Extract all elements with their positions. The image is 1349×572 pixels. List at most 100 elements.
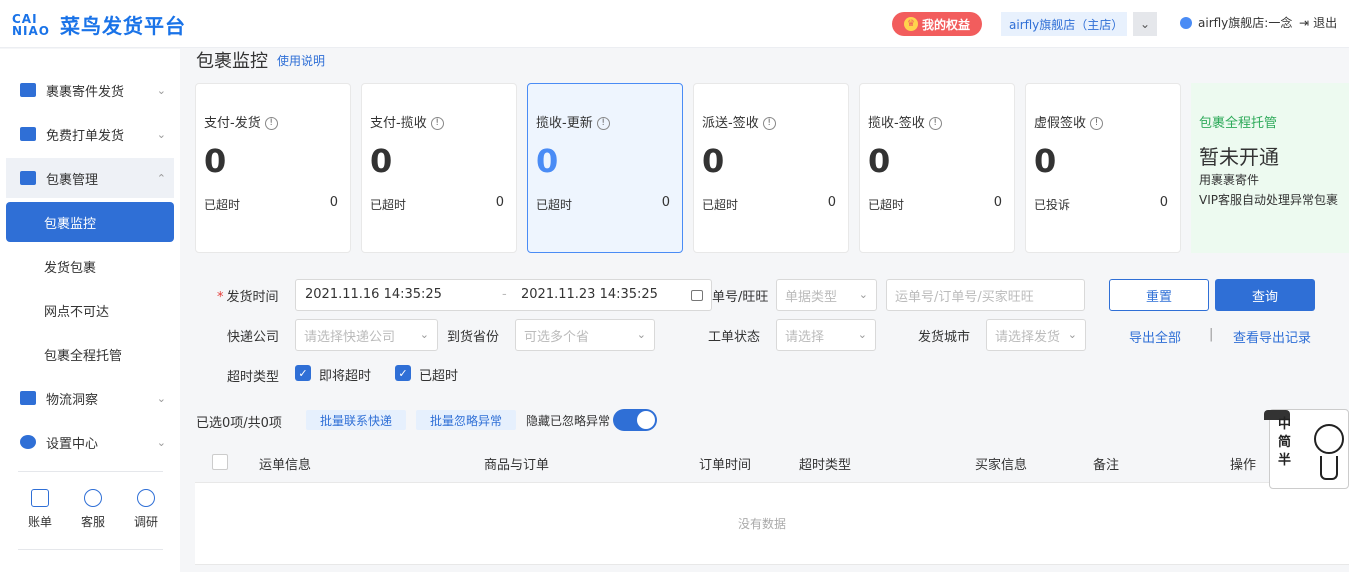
info-icon[interactable]: ! [596, 117, 610, 130]
sidebar-item-label: 裹裹寄件发货 [46, 84, 125, 100]
survey-button[interactable]: 调研 [124, 489, 168, 530]
card-sub-value: 0 [1159, 195, 1168, 210]
date-end[interactable]: 2021.11.23 14:35:25 [521, 287, 658, 302]
stat-card-pay-pickup[interactable]: 支付-揽收! 0 已超时 0 [361, 83, 517, 253]
user-menu[interactable]: airfly旗舰店:一念 [1180, 14, 1292, 31]
my-rights-label: 我的权益 [921, 17, 970, 32]
table-header: 运单信息 商品与订单 订单时间 超时类型 买家信息 备注 操作 [195, 441, 1349, 483]
reset-button[interactable]: 重置 [1109, 279, 1209, 311]
search-input[interactable]: 运单号/订单号/买家旺旺 [886, 279, 1085, 311]
hide-ignored-label: 隐藏已忽略异常 [526, 414, 611, 428]
logo[interactable]: CAI NIAO 菜鸟发货平台 [12, 10, 186, 39]
info-icon[interactable]: ! [264, 117, 278, 130]
hide-ignored-toggle[interactable] [613, 409, 657, 431]
timeout-type-label: 超时类型 [227, 370, 280, 385]
card-sub-value: 0 [827, 195, 836, 210]
sidebar-item-label: 设置中心 [46, 436, 99, 452]
stat-card-delivery-sign[interactable]: 派送-签收! 0 已超时 0 [693, 83, 849, 253]
batch-ignore-button[interactable]: 批量忽略异常 [416, 410, 516, 430]
near-timeout-label[interactable]: 即将超时 [319, 365, 371, 384]
stat-card-pay-ship[interactable]: 支付-发货! 0 已超时 0 [195, 83, 351, 253]
help-link[interactable]: 使用说明 [277, 52, 325, 69]
courier-label: 快递公司 [227, 330, 280, 345]
sidebar-item-settings[interactable]: 设置中心 ⌄ [6, 422, 174, 462]
tool-label: 客服 [80, 515, 105, 529]
stat-card-pickup-update[interactable]: 揽收-更新! 0 已超时 0 [527, 83, 683, 253]
package-icon [20, 171, 36, 185]
export-all-link[interactable]: 导出全部 [1129, 327, 1181, 346]
card-label: 派送-签收! [702, 112, 776, 131]
empty-state: 没有数据 [738, 517, 787, 531]
table-body: 没有数据 [195, 483, 1349, 565]
sidebar-item-label: 网点不可达 [44, 304, 110, 320]
bill-icon [31, 489, 49, 507]
logo-title: 菜鸟发货平台 [60, 14, 186, 38]
near-timeout-checkbox[interactable]: ✓ [295, 365, 311, 381]
select-all-checkbox[interactable] [212, 454, 228, 470]
sidebar-item-unreachable[interactable]: 网点不可达 [6, 290, 174, 330]
doc-type-select[interactable]: 单据类型 ⌄ [776, 279, 877, 311]
chevron-up-icon: ⌃ [156, 171, 166, 185]
user-icon [1180, 16, 1192, 29]
tool-label: 调研 [133, 515, 158, 529]
card-value: 0 [1034, 142, 1057, 180]
sidebar-item-package-monitor[interactable]: 包裹监控 [6, 202, 174, 242]
shop-select[interactable]: airfly旗舰店（主店） [1001, 12, 1127, 36]
bill-button[interactable]: 账单 [18, 489, 62, 530]
sidebar-item-label: 包裹全程托管 [44, 348, 123, 364]
selection-count: 已选0项/共0项 [196, 416, 282, 431]
chevron-down-icon: ⌄ [1067, 328, 1077, 341]
province-select[interactable]: 可选多个省 ⌄ [515, 319, 655, 351]
logout-label: 退出 [1313, 16, 1338, 30]
sidebar-item-full-hosting[interactable]: 包裹全程托管 [6, 334, 174, 374]
calendar-icon[interactable] [691, 290, 703, 301]
cartoon-face-icon [1314, 424, 1344, 454]
service-button[interactable]: 客服 [71, 489, 115, 530]
logo-mark: CAI NIAO [12, 13, 56, 37]
export-records-link[interactable]: 查看导出记录 [1233, 327, 1311, 346]
ticket-status-select[interactable]: 请选择 ⌄ [776, 319, 876, 351]
survey-icon [137, 489, 155, 507]
card-sub-label: 已超时 [536, 198, 573, 212]
card-sub-label: 已超时 [204, 198, 241, 212]
sidebar-item-label: 包裹监控 [44, 216, 97, 232]
toggle-knob [637, 411, 655, 429]
floating-widget[interactable]: 中简半 [1264, 409, 1349, 489]
hosting-promo-card[interactable]: 包裹全程托管 暂未开通 用裹裹寄件 VIP客服自动处理异常包裹 [1191, 83, 1349, 253]
batch-contact-button[interactable]: 批量联系快递 [306, 410, 406, 430]
chevron-down-icon[interactable]: ⌄ [1133, 12, 1157, 36]
my-rights-button[interactable]: ♛ 我的权益 [892, 12, 982, 36]
sidebar-item-free-print[interactable]: 免费打单发货 ⌄ [6, 114, 174, 154]
info-icon[interactable]: ! [1090, 117, 1104, 130]
ship-time-range-picker[interactable]: 2021.11.16 14:35:25 - 2021.11.23 14:35:2… [295, 279, 712, 311]
sidebar: 裹裹寄件发货 ⌄ 免费打单发货 ⌄ 包裹管理 ⌃ 包裹监控 发货包裹 网点不可达… [0, 49, 180, 572]
sidebar-item-parcel-ship[interactable]: 裹裹寄件发货 ⌄ [6, 70, 174, 110]
info-icon[interactable]: ! [430, 117, 444, 130]
column-header: 订单时间 [699, 458, 752, 473]
courier-select[interactable]: 请选择快递公司 ⌄ [295, 319, 438, 351]
service-icon [84, 489, 102, 507]
stat-card-pickup-sign[interactable]: 揽收-签收! 0 已超时 0 [859, 83, 1015, 253]
sidebar-divider [18, 549, 163, 550]
ship-city-select[interactable]: 请选择发货 ⌄ [986, 319, 1086, 351]
chevron-down-icon: ⌄ [156, 127, 166, 141]
logout-button[interactable]: ⇥ 退出 [1299, 14, 1337, 31]
sidebar-item-shipped-packages[interactable]: 发货包裹 [6, 246, 174, 286]
card-value: 0 [204, 142, 227, 180]
timed-out-label[interactable]: 已超时 [419, 365, 458, 384]
settings-icon [20, 435, 36, 449]
column-header: 超时类型 [799, 458, 852, 473]
card-value: 0 [370, 142, 393, 180]
info-icon[interactable]: ! [928, 117, 942, 130]
sidebar-item-package-mgmt[interactable]: 包裹管理 ⌃ [6, 158, 174, 198]
query-button[interactable]: 查询 [1215, 279, 1315, 311]
date-start[interactable]: 2021.11.16 14:35:25 [305, 287, 442, 302]
timed-out-checkbox[interactable]: ✓ [395, 365, 411, 381]
logo-mark-top: CAI [12, 11, 38, 26]
stat-card-fake-sign[interactable]: 虚假签收! 0 已投诉 0 [1025, 83, 1181, 253]
parcel-icon [20, 83, 36, 97]
sidebar-item-label: 包裹管理 [46, 172, 99, 188]
info-icon[interactable]: ! [762, 117, 776, 130]
sidebar-item-logistics-insight[interactable]: 物流洞察 ⌄ [6, 378, 174, 418]
chevron-down-icon: ⌄ [156, 83, 166, 97]
